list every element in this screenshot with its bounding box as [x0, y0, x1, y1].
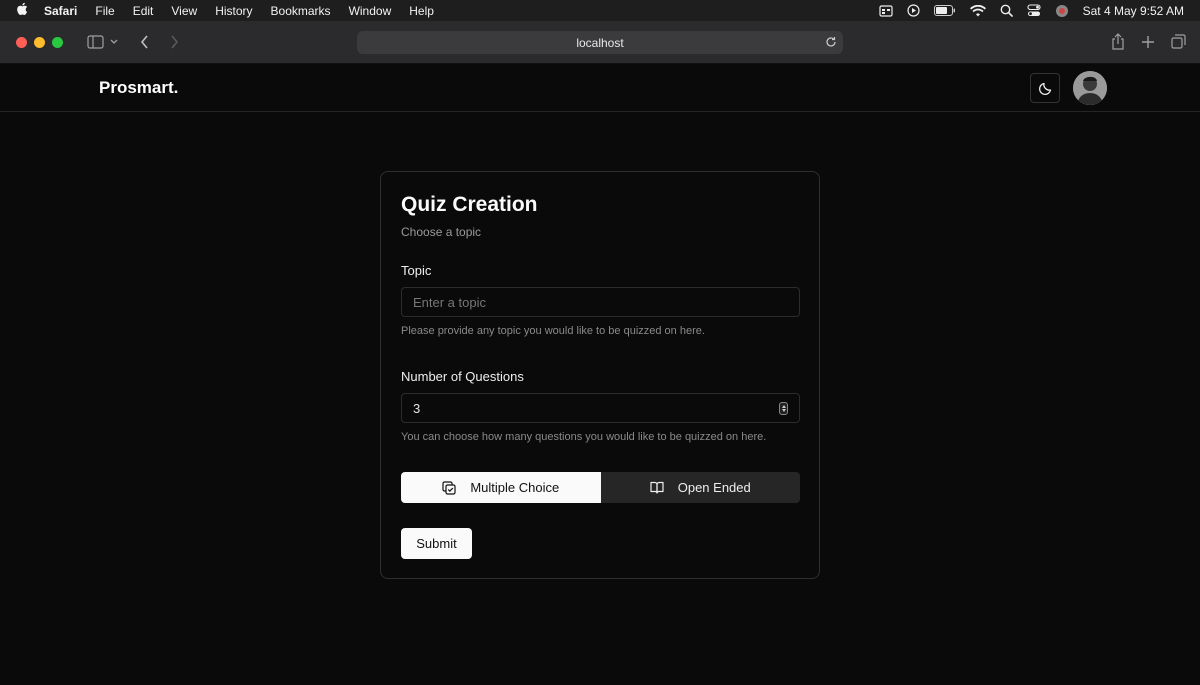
tab-overview-icon[interactable]	[1171, 33, 1186, 50]
questions-hint: You can choose how many questions you wo…	[401, 431, 767, 443]
user-avatar[interactable]	[1073, 71, 1107, 105]
copy-check-icon	[442, 480, 463, 495]
menu-help[interactable]: Help	[409, 4, 434, 18]
submit-button[interactable]: Submit	[401, 528, 472, 559]
menu-view[interactable]: View	[171, 4, 197, 18]
address-bar[interactable]: localhost	[357, 31, 843, 54]
moon-icon	[1038, 81, 1053, 96]
wifi-icon[interactable]	[969, 4, 986, 17]
multiple-choice-label: Multiple Choice	[470, 480, 560, 495]
user-status-icon[interactable]	[1055, 4, 1069, 18]
reload-icon[interactable]	[825, 36, 837, 51]
open-ended-button[interactable]: Open Ended	[600, 472, 800, 503]
battery-icon[interactable]	[933, 5, 956, 16]
close-window-button[interactable]	[16, 36, 27, 48]
questions-label: Number of Questions	[401, 369, 524, 384]
card-title: Quiz Creation	[401, 193, 538, 216]
menu-bookmarks[interactable]: Bookmarks	[271, 4, 331, 18]
menu-history[interactable]: History	[215, 4, 252, 18]
app-navbar: Prosmart.	[0, 64, 1200, 112]
theme-toggle-button[interactable]	[1030, 73, 1060, 103]
zoom-window-button[interactable]	[52, 36, 63, 48]
topic-input[interactable]: Enter a topic	[401, 287, 800, 317]
question-type-toggle: Multiple Choice Open Ended	[401, 472, 800, 503]
calendar-status-icon[interactable]	[879, 4, 893, 17]
multiple-choice-button[interactable]: Multiple Choice	[401, 472, 601, 503]
open-ended-label: Open Ended	[677, 480, 751, 495]
back-arrow-icon[interactable]	[140, 35, 149, 49]
browser-toolbar: localhost	[0, 21, 1200, 64]
book-open-icon	[650, 481, 671, 494]
spotlight-search-icon[interactable]	[1000, 4, 1013, 17]
new-tab-icon[interactable]	[1141, 33, 1155, 50]
window-controls	[16, 36, 70, 48]
sidebar-toggle-icon[interactable]	[87, 35, 105, 49]
minimize-window-button[interactable]	[34, 36, 45, 48]
menu-safari[interactable]: Safari	[44, 4, 77, 18]
topic-hint: Please provide any topic you would like …	[401, 325, 705, 337]
menu-edit[interactable]: Edit	[133, 4, 154, 18]
brand-logo[interactable]: Prosmart.	[99, 78, 178, 98]
play-status-icon[interactable]	[907, 4, 920, 17]
questions-value: 3	[413, 400, 421, 416]
menu-file[interactable]: File	[95, 4, 114, 18]
chevron-down-icon[interactable]	[110, 39, 118, 45]
url-text: localhost	[576, 35, 624, 50]
card-subtitle: Choose a topic	[401, 225, 482, 239]
menu-window[interactable]: Window	[349, 4, 392, 18]
apple-menu-icon[interactable]	[16, 2, 30, 19]
control-center-icon[interactable]	[1027, 4, 1041, 17]
questions-number-input[interactable]: 3	[401, 393, 800, 423]
forward-arrow-icon[interactable]	[170, 35, 179, 49]
menubar-clock[interactable]: Sat 4 May 9:52 AM	[1083, 4, 1184, 18]
number-stepper[interactable]	[779, 402, 788, 415]
quiz-creation-card: Quiz Creation Choose a topic Topic Enter…	[380, 171, 820, 579]
share-icon[interactable]	[1111, 33, 1125, 50]
macos-menubar: Safari File Edit View History Bookmarks …	[0, 0, 1200, 21]
topic-label: Topic	[401, 263, 432, 278]
